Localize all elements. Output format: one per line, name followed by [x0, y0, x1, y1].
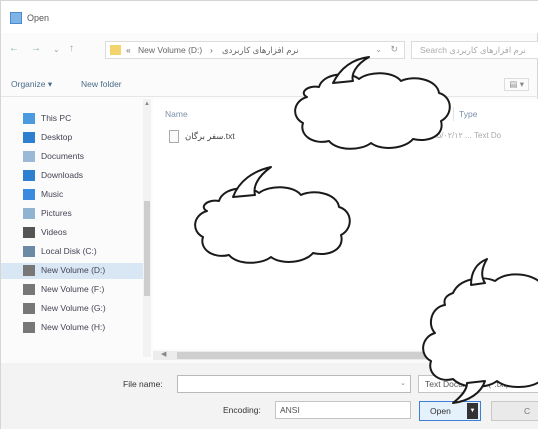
callout-bubble: [194, 56, 538, 404]
callout-bubbles: [194, 56, 538, 404]
open-dialog: Open ← → ⌄ ↑ « New Volume (D:) › نرم افز…: [0, 0, 538, 429]
